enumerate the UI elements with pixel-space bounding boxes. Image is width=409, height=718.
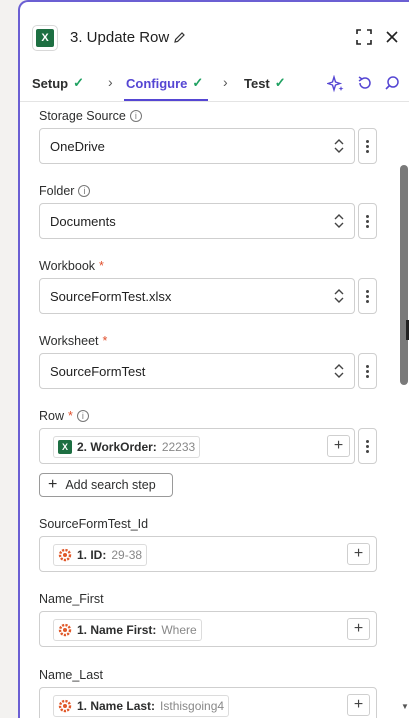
name-first-pill[interactable]: 1. Name First: Where <box>53 619 202 641</box>
workbook-value: SourceFormTest.xlsx <box>50 288 172 304</box>
more-options-button[interactable] <box>358 203 377 239</box>
name-last-pill[interactable]: 1. Name Last: Isthisgoing4 <box>53 695 230 717</box>
webhook-gear-icon <box>58 623 72 637</box>
source-id-pill[interactable]: 1. ID: 29-38 <box>53 544 148 566</box>
row-pill-value: 22233 <box>161 440 196 454</box>
tab-test[interactable]: Test ✓ <box>244 75 286 91</box>
name-last-field[interactable]: 1. Name Last: Isthisgoing4 + <box>39 687 377 718</box>
source-id-label-text: SourceFormTest_Id <box>39 517 149 531</box>
name-last-label-text: Name_Last <box>39 668 103 682</box>
name-last-pill-key: 1. Name Last: <box>77 699 156 713</box>
worksheet-label-text: Worksheet <box>39 334 99 348</box>
check-icon: ✓ <box>192 75 204 90</box>
folder-select[interactable]: Documents <box>39 203 355 239</box>
step-panel: X 3. Update Row Setup ✓ › Configure ✓ › … <box>18 0 409 718</box>
row-value-pill[interactable]: X 2. WorkOrder: 22233 <box>53 436 201 458</box>
updown-chevron-icon <box>334 214 344 228</box>
close-icon[interactable] <box>386 31 398 43</box>
step-tabs: Setup ✓ › Configure ✓ › Test ✓ <box>20 70 409 102</box>
expand-icon[interactable] <box>356 29 372 45</box>
step-title: 3. Update Row <box>70 29 170 46</box>
webhook-gear-icon <box>58 548 72 562</box>
insert-data-button[interactable]: + <box>347 694 370 716</box>
add-search-step-button[interactable]: + Add search step <box>39 473 173 497</box>
updown-chevron-icon <box>334 289 344 303</box>
tab-setup[interactable]: Setup ✓ <box>32 75 84 91</box>
excel-icon: X <box>58 440 72 454</box>
scroll-down-arrow-icon[interactable]: ▼ <box>401 702 409 711</box>
worksheet-value: SourceFormTest <box>50 363 146 379</box>
folder-label-text: Folder <box>39 184 75 198</box>
webhook-gear-icon <box>58 699 72 713</box>
worksheet-select[interactable]: SourceFormTest <box>39 353 355 389</box>
tab-configure-label: Configure <box>126 75 188 91</box>
configure-form: Storage Source i OneDrive Folder i Docum… <box>20 103 409 718</box>
plus-icon: + <box>48 476 58 493</box>
ai-sparkle-icon[interactable] <box>327 75 345 93</box>
storage-source-label-text: Storage Source <box>39 109 126 123</box>
info-icon[interactable]: i <box>78 185 91 197</box>
insert-data-button[interactable]: + <box>347 543 370 565</box>
info-icon[interactable]: i <box>129 110 142 122</box>
storage-source-select[interactable]: OneDrive <box>39 128 355 164</box>
insert-data-button[interactable]: + <box>327 435 350 457</box>
workbook-label-text: Workbook <box>39 259 96 273</box>
source-id-pill-value: 29-38 <box>111 548 143 562</box>
more-options-button[interactable] <box>358 278 377 314</box>
name-last-label: Name_Last <box>39 668 103 682</box>
folder-value: Documents <box>50 213 116 229</box>
name-first-field[interactable]: 1. Name First: Where + <box>39 611 377 647</box>
workbook-label: Workbook * <box>39 259 104 273</box>
name-first-pill-value: Where <box>161 623 197 637</box>
add-search-step-label: Add search step <box>65 478 156 492</box>
check-icon: ✓ <box>73 75 85 90</box>
chevron-right-icon: › <box>108 74 113 90</box>
tab-test-label: Test <box>244 75 270 91</box>
row-label: Row * i <box>39 409 89 423</box>
name-first-pill-key: 1. Name First: <box>77 623 157 637</box>
storage-source-label: Storage Source i <box>39 109 142 123</box>
tab-configure[interactable]: Configure ✓ <box>126 75 203 91</box>
source-id-field[interactable]: 1. ID: 29-38 + <box>39 536 377 572</box>
updown-chevron-icon <box>334 139 344 153</box>
info-icon[interactable]: i <box>76 410 89 422</box>
scrollbar-thumb[interactable] <box>400 165 408 385</box>
more-options-button[interactable] <box>358 128 377 164</box>
name-first-label-text: Name_First <box>39 592 104 606</box>
folder-label: Folder i <box>39 184 91 198</box>
insert-data-button[interactable]: + <box>347 618 370 640</box>
row-field[interactable]: X 2. WorkOrder: 22233 + <box>39 428 355 464</box>
panel-header: X 3. Update Row <box>20 2 409 68</box>
edit-title-icon[interactable] <box>173 31 186 44</box>
row-label-text: Row <box>39 409 65 423</box>
name-first-label: Name_First <box>39 592 104 606</box>
tab-setup-label: Setup <box>32 75 69 91</box>
updown-chevron-icon <box>334 364 344 378</box>
more-options-button[interactable] <box>358 353 377 389</box>
required-marker: * <box>99 259 104 273</box>
worksheet-label: Worksheet * <box>39 334 107 348</box>
source-id-label: SourceFormTest_Id <box>39 517 148 531</box>
more-options-button[interactable] <box>358 428 377 464</box>
source-id-pill-key: 1. ID: <box>77 548 107 562</box>
required-marker: * <box>102 334 108 348</box>
chevron-right-icon: › <box>223 74 228 90</box>
name-last-pill-value: Isthisgoing4 <box>160 699 225 713</box>
row-pill-key: 2. WorkOrder: <box>77 440 157 454</box>
workbook-select[interactable]: SourceFormTest.xlsx <box>39 278 355 314</box>
reset-icon[interactable] <box>357 75 373 91</box>
search-icon[interactable] <box>384 75 400 91</box>
check-icon: ✓ <box>274 75 286 90</box>
active-tab-indicator <box>124 99 208 101</box>
storage-source-value: OneDrive <box>50 138 105 154</box>
excel-icon: X <box>32 25 58 51</box>
required-marker: * <box>68 409 73 423</box>
